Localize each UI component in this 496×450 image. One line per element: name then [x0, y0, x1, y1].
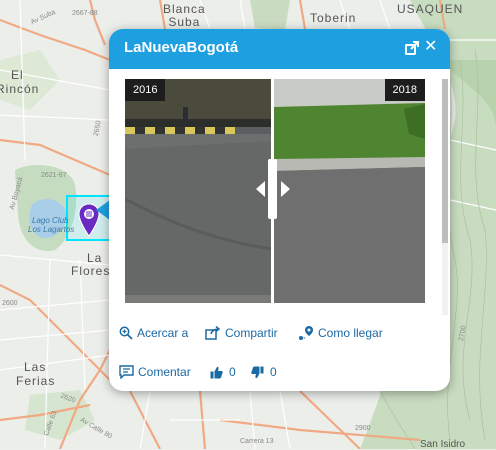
map-label-toberin: Toberin — [310, 11, 357, 25]
thumbs-down-icon — [251, 366, 264, 378]
map-label-line: Las — [24, 360, 47, 374]
street-photo-2018 — [274, 79, 425, 303]
comment-icon — [119, 365, 134, 379]
thumbs-up-icon — [210, 366, 223, 378]
map-label-line: Rincón — [0, 82, 40, 96]
popup-header: LaNuevaBogotá ✕ — [109, 29, 450, 69]
dislike-button[interactable]: 0 — [251, 365, 277, 379]
street-photo-2016 — [125, 79, 272, 303]
scrollbar-thumb[interactable] — [442, 79, 448, 243]
arrow-left-icon — [256, 181, 265, 197]
share-button[interactable]: Compartir — [205, 326, 278, 340]
share-icon — [205, 326, 221, 340]
year-badge-right: 2018 — [384, 79, 425, 101]
popup-title: LaNuevaBogotá — [124, 39, 239, 56]
street-label: Carrera 13 — [240, 438, 274, 445]
comment-button[interactable]: Comentar — [119, 365, 191, 379]
street-label: 2600 — [2, 300, 18, 307]
compare-slider-handle[interactable] — [253, 159, 293, 219]
zoom-in-icon — [119, 326, 133, 340]
slider-grip — [268, 159, 277, 219]
map-label-la-floresta: La Flores — [71, 252, 110, 278]
map-label-san-isidro: San Isidro — [420, 439, 466, 450]
map-label-line: Los Lagartos — [28, 225, 75, 234]
street-label: 2900 — [355, 425, 371, 432]
arrow-right-icon — [281, 181, 290, 197]
like-button[interactable]: 0 — [210, 365, 236, 379]
map-label-el-rincon: El Rincón — [0, 68, 39, 96]
zoom-to-button[interactable]: Acercar a — [119, 326, 188, 340]
map-label-line: Ferias — [16, 374, 56, 388]
zoom-to-label: Acercar a — [137, 326, 189, 340]
street-label: 2667-88 — [72, 10, 98, 17]
info-popup: LaNuevaBogotá ✕ 2016 2018 Acercar a Comp… — [109, 29, 450, 391]
year-badge-left: 2016 — [125, 79, 166, 101]
map-label-line: Suba — [168, 15, 201, 29]
map-label-line: Flores — [71, 264, 111, 278]
route-icon — [299, 326, 313, 340]
street-label: 2621-87 — [41, 172, 67, 179]
map-label-line: El — [11, 68, 24, 82]
directions-button[interactable]: Como llegar — [298, 325, 383, 341]
dislike-count: 0 — [270, 365, 277, 379]
map-label-line: Lago Club — [32, 216, 69, 225]
popout-icon[interactable] — [404, 40, 420, 56]
comment-label: Comentar — [138, 365, 191, 379]
close-icon[interactable]: ✕ — [424, 38, 438, 56]
directions-label: Como llegar — [318, 326, 383, 340]
map-label-lake: Lago Club Los Lagartos — [28, 216, 74, 234]
image-comparison-viewer[interactable]: 2016 2018 — [125, 79, 425, 303]
share-label: Compartir — [225, 326, 278, 340]
map-label-las-ferias: Las Ferias — [16, 360, 55, 388]
map-label-usaquen: USAQUEN — [397, 2, 464, 16]
map-label-blanca-suba: Blanca Suba — [163, 3, 206, 29]
like-count: 0 — [229, 365, 236, 379]
